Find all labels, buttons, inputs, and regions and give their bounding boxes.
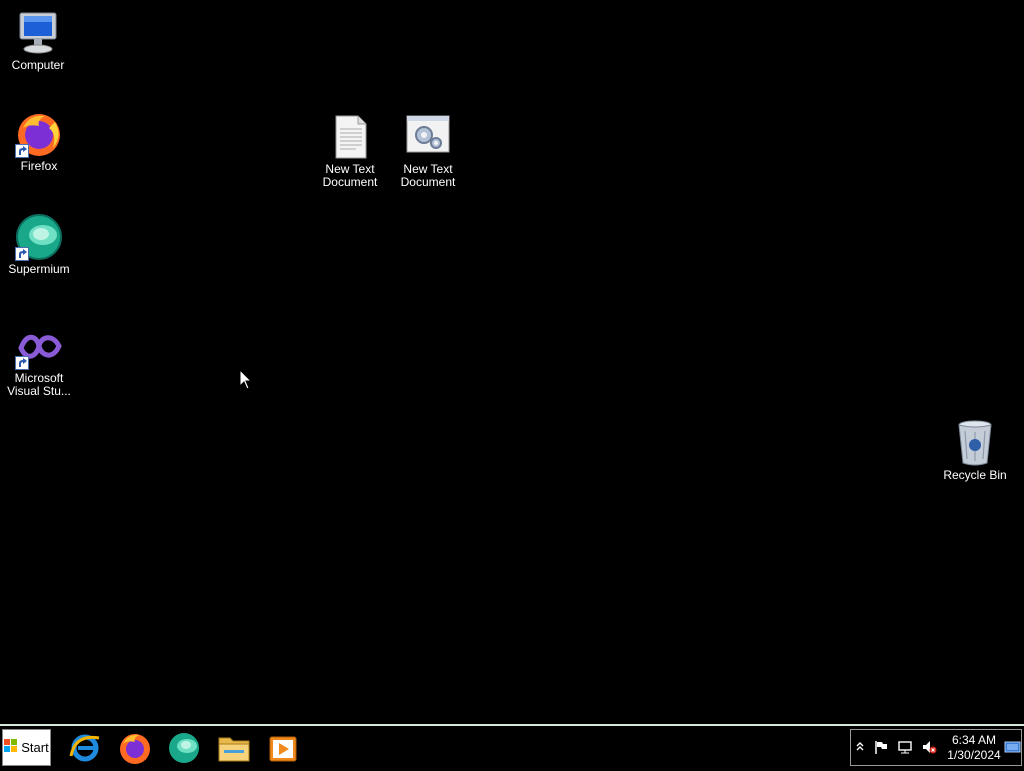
- shortcut-arrow-icon: [15, 356, 29, 370]
- file-explorer-icon[interactable]: [216, 730, 252, 766]
- desktop-icon-label: Recycle Bin: [943, 469, 1007, 482]
- desktop-icon-recycle-bin[interactable]: Recycle Bin: [937, 419, 1013, 482]
- clock-date: 1/30/2024: [947, 748, 1001, 762]
- firefox-taskbar-icon[interactable]: [117, 730, 153, 766]
- windows-logo-icon: [4, 739, 18, 756]
- shortcut-arrow-icon: [15, 144, 29, 158]
- text-file-icon: [326, 113, 374, 161]
- mouse-cursor-icon: [239, 368, 253, 391]
- desktop-icon-new-text-document-2[interactable]: New Text Document: [390, 113, 466, 189]
- desktop-icon-label: Microsoft Visual Stu...: [7, 372, 71, 398]
- desktop-icon-computer[interactable]: Computer: [0, 9, 76, 72]
- start-label: Start: [21, 740, 49, 755]
- internet-explorer-icon[interactable]: [67, 730, 103, 766]
- supermium-icon: [15, 213, 63, 261]
- supermium-taskbar-icon[interactable]: [166, 730, 202, 766]
- desktop-icon-label: Computer: [11, 59, 65, 72]
- desktop-icon-label: New Text Document: [322, 163, 378, 189]
- desktop-icon-label: Supermium: [8, 263, 70, 276]
- media-player-icon[interactable]: [265, 730, 301, 766]
- desktop-icon-label: Firefox: [20, 160, 58, 173]
- computer-icon: [14, 9, 62, 57]
- start-button[interactable]: Start: [2, 729, 51, 766]
- desktop-icon-new-text-document-1[interactable]: New Text Document: [312, 113, 388, 189]
- shortcut-arrow-icon: [15, 247, 29, 261]
- desktop-icon-visual-studio[interactable]: Microsoft Visual Stu...: [1, 322, 77, 398]
- desktop-icon-label: New Text Document: [400, 163, 456, 189]
- desktop-icon-firefox[interactable]: Firefox: [1, 110, 77, 173]
- desktop-icon-supermium[interactable]: Supermium: [1, 213, 77, 276]
- tray-clock[interactable]: 6:34 AM 1/30/2024: [944, 733, 1004, 763]
- taskbar: Start 6:34 AM 1/30/2024: [0, 724, 1024, 768]
- action-center-flag-icon[interactable]: [873, 739, 889, 755]
- volume-muted-icon[interactable]: [921, 739, 937, 755]
- show-hidden-icons-chevron[interactable]: [852, 739, 868, 755]
- firefox-icon: [15, 110, 63, 158]
- recycle-bin-icon: [951, 419, 999, 467]
- visual-studio-icon: [15, 322, 63, 370]
- clock-time: 6:34 AM: [951, 733, 997, 747]
- config-file-icon: [404, 113, 452, 161]
- show-desktop-icon[interactable]: [1004, 739, 1021, 755]
- network-icon[interactable]: [897, 739, 913, 755]
- system-tray: 6:34 AM 1/30/2024: [850, 729, 1022, 766]
